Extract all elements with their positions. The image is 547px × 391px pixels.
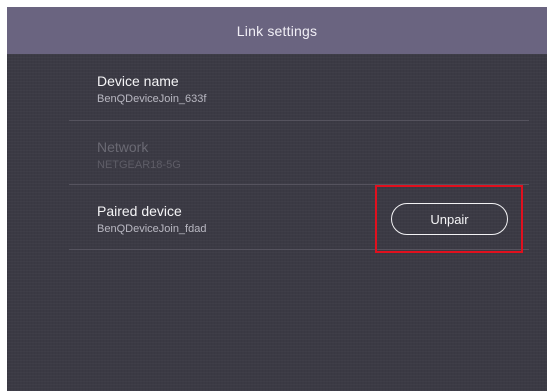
page-title: Link settings [236, 22, 318, 39]
paired-device-label: Paired device [97, 203, 182, 219]
header-bar: Link settings [7, 7, 547, 54]
setting-row-device-name[interactable]: Device name BenQDeviceJoin_633f [69, 56, 529, 121]
device-name-value: BenQDeviceJoin_633f [97, 93, 207, 105]
unpair-button[interactable]: Unpair [391, 203, 508, 235]
settings-screen: Link settings Device name BenQDeviceJoin… [7, 7, 547, 391]
setting-row-network: Network NETGEAR18-5G [69, 120, 529, 185]
device-name-label: Device name [97, 73, 179, 89]
screenshot-frame: Link settings Device name BenQDeviceJoin… [0, 0, 547, 391]
paired-device-value: BenQDeviceJoin_fdad [97, 223, 207, 235]
network-value: NETGEAR18-5G [97, 159, 181, 171]
network-label: Network [97, 139, 149, 155]
